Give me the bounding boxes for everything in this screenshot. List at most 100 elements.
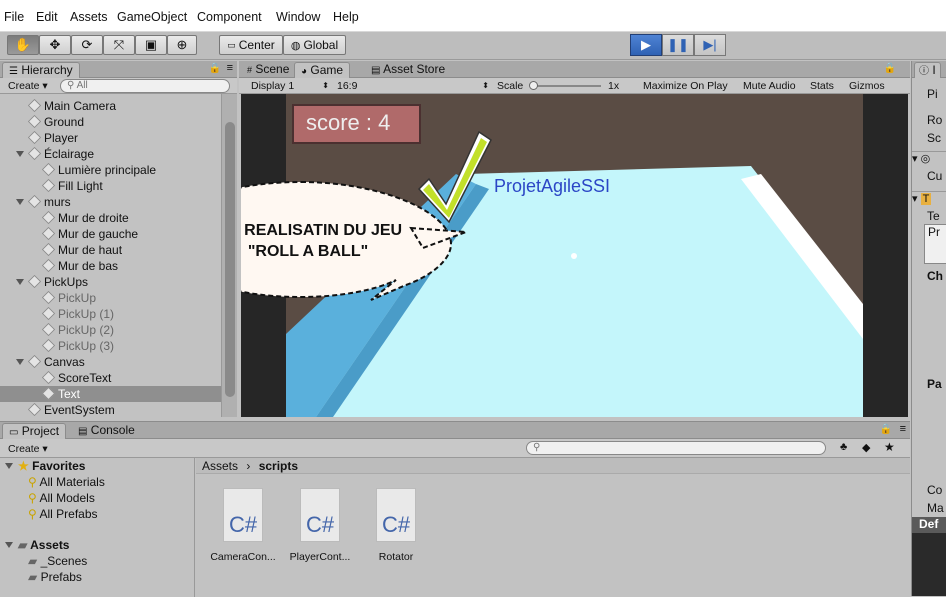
script-file-camera[interactable]: C# [213, 488, 263, 542]
expand-arrow-icon[interactable] [16, 151, 24, 157]
gameobject-icon [41, 338, 56, 353]
hierarchy-scrollbar[interactable] [221, 94, 237, 417]
hierarchy-item[interactable]: PickUp (2) [0, 322, 221, 338]
hierarchy-item[interactable]: Canvas [0, 354, 221, 370]
callout-text: FIN REALISATIN DU JEU "ROLL A BALL" [241, 222, 403, 260]
hierarchy-item[interactable]: PickUp [0, 290, 221, 306]
project-search-input[interactable]: ⚲ [526, 441, 826, 455]
expand-arrow-icon[interactable] [16, 279, 24, 285]
pivot-toggle[interactable]: ▭ Center [219, 35, 283, 55]
tab-console[interactable]: ▤ Console [72, 423, 141, 439]
star-icon: ★ [18, 459, 29, 473]
assets-folder-item[interactable]: ▰ _Scenes [28, 553, 87, 569]
list-icon: ☰ [9, 66, 18, 77]
expand-arrow-icon[interactable] [16, 199, 24, 205]
display-select[interactable]: Display 1 ⬍ [251, 79, 329, 93]
assets-folder-item[interactable]: ▰ Prefabs [28, 569, 82, 585]
hand-tool-button[interactable]: ✋ [7, 35, 39, 55]
transform-tool-button[interactable]: ⊕ [167, 35, 197, 55]
hierarchy-item[interactable]: PickUp (3) [0, 338, 221, 354]
game-viewport[interactable]: score : 4 ProjetAgileSSI FIN REALISATIN … [241, 94, 908, 417]
hierarchy-item[interactable]: Mur de haut [0, 242, 221, 258]
favorites-header[interactable]: ★ Favorites [5, 458, 85, 474]
breadcrumb-scripts[interactable]: scripts [259, 459, 298, 473]
hierarchy-item[interactable]: PickUps [0, 274, 221, 290]
component-header-canvas[interactable]: ▾ ◎ [912, 151, 946, 167]
text-field-box[interactable]: Pr [924, 224, 946, 264]
hierarchy-item-label: Mur de droite [58, 211, 129, 225]
pacman-icon: ◕ [301, 66, 308, 77]
hierarchy-item[interactable]: Mur de bas [0, 258, 221, 274]
scale-tool-button[interactable]: ⤧ [103, 35, 135, 55]
tab-inspector[interactable]: ⓘ I [914, 62, 941, 78]
menu-window[interactable]: Window [276, 10, 320, 24]
menu-assets[interactable]: Assets [70, 10, 108, 24]
project-content: Assets › scripts C# CameraCon... C# Play… [196, 458, 910, 597]
maximize-on-play-button[interactable]: Maximize On Play [643, 79, 728, 93]
menu-help[interactable]: Help [333, 10, 359, 24]
gizmos-button[interactable]: Gizmos [849, 79, 885, 93]
tab-hierarchy[interactable]: ☰ Hierarchy [2, 62, 80, 78]
lock-icon[interactable]: 🔒 [880, 424, 892, 435]
panel-menu-icon[interactable]: ≡ [227, 62, 233, 74]
expand-arrow-icon[interactable] [16, 359, 24, 365]
lock-icon[interactable]: 🔒 [209, 63, 221, 74]
hierarchy-item-label: PickUp (3) [58, 339, 115, 353]
stats-button[interactable]: Stats [810, 79, 834, 93]
space-toggle[interactable]: ◍ Global [283, 35, 346, 55]
move-icon: ✥ [49, 37, 61, 52]
favorite-star-icon[interactable]: ★ [884, 440, 895, 454]
hierarchy-item[interactable]: Text [0, 386, 221, 402]
rect-tool-button[interactable]: ▣ [135, 35, 167, 55]
script-file-player[interactable]: C# [290, 488, 340, 542]
component-header-text[interactable]: ▾ T [912, 191, 946, 207]
hierarchy-item[interactable]: murs [0, 194, 221, 210]
tab-asset-store[interactable]: ▤ Asset Store [365, 62, 451, 78]
filter-type-icon[interactable]: ♣ [840, 441, 847, 453]
tab-scene[interactable]: # Scene [241, 62, 295, 78]
favorite-item[interactable]: ⚲ All Models [28, 490, 95, 506]
breadcrumb: Assets › scripts [196, 458, 910, 474]
breadcrumb-assets[interactable]: Assets [202, 459, 238, 473]
move-tool-button[interactable]: ✥ [39, 35, 71, 55]
hierarchy-item[interactable]: Lumière principale [0, 162, 221, 178]
scale-slider[interactable] [529, 81, 601, 90]
hierarchy-item[interactable]: Mur de gauche [0, 226, 221, 242]
mute-audio-button[interactable]: Mute Audio [743, 79, 796, 93]
hierarchy-search-placeholder: All [76, 80, 88, 91]
project-create-button[interactable]: Create ▾ [8, 442, 48, 456]
assets-header[interactable]: ▰ Assets [5, 537, 69, 553]
hierarchy-create-button[interactable]: Create ▾ [8, 79, 48, 93]
pause-button[interactable]: ❚❚ [662, 34, 694, 56]
tab-game[interactable]: ◕ Game [294, 62, 351, 78]
filter-label-icon[interactable]: ◆ [862, 441, 870, 454]
hierarchy-item-label: Lumière principale [58, 163, 157, 177]
favorite-item[interactable]: ⚲ All Materials [28, 474, 105, 490]
hierarchy-item[interactable]: Mur de droite [0, 210, 221, 226]
play-button[interactable]: ▶ [630, 34, 662, 56]
rotate-tool-button[interactable]: ⟳ [71, 35, 103, 55]
hierarchy-item[interactable]: Main Camera [0, 98, 221, 114]
hierarchy-item-label: ScoreText [58, 371, 112, 385]
menu-gameobject[interactable]: GameObject [117, 10, 187, 24]
hierarchy-item[interactable]: Fill Light [0, 178, 221, 194]
hierarchy-item[interactable]: ScoreText [0, 370, 221, 386]
script-file-rotator[interactable]: C# [366, 488, 416, 542]
hierarchy-item[interactable]: Éclairage [0, 146, 221, 162]
step-button[interactable]: ▶| [694, 34, 726, 56]
scale-slider-knob[interactable] [529, 81, 538, 90]
hierarchy-search-input[interactable]: ⚲ All [60, 79, 230, 93]
lock-icon[interactable]: 🔒 [884, 63, 896, 74]
hierarchy-item[interactable]: Ground [0, 114, 221, 130]
aspect-select[interactable]: 16:9 ⬍ [337, 79, 489, 93]
hierarchy-scroll-thumb[interactable] [225, 122, 235, 397]
menu-file[interactable]: File [4, 10, 24, 24]
menu-edit[interactable]: Edit [36, 10, 58, 24]
panel-menu-icon[interactable]: ≡ [900, 423, 906, 435]
menu-component[interactable]: Component [197, 10, 262, 24]
hierarchy-item[interactable]: EventSystem [0, 402, 221, 418]
hierarchy-item[interactable]: Player [0, 130, 221, 146]
hierarchy-item[interactable]: PickUp (1) [0, 306, 221, 322]
favorite-item[interactable]: ⚲ All Prefabs [28, 506, 98, 522]
tab-project[interactable]: ▭ Project [2, 423, 67, 439]
